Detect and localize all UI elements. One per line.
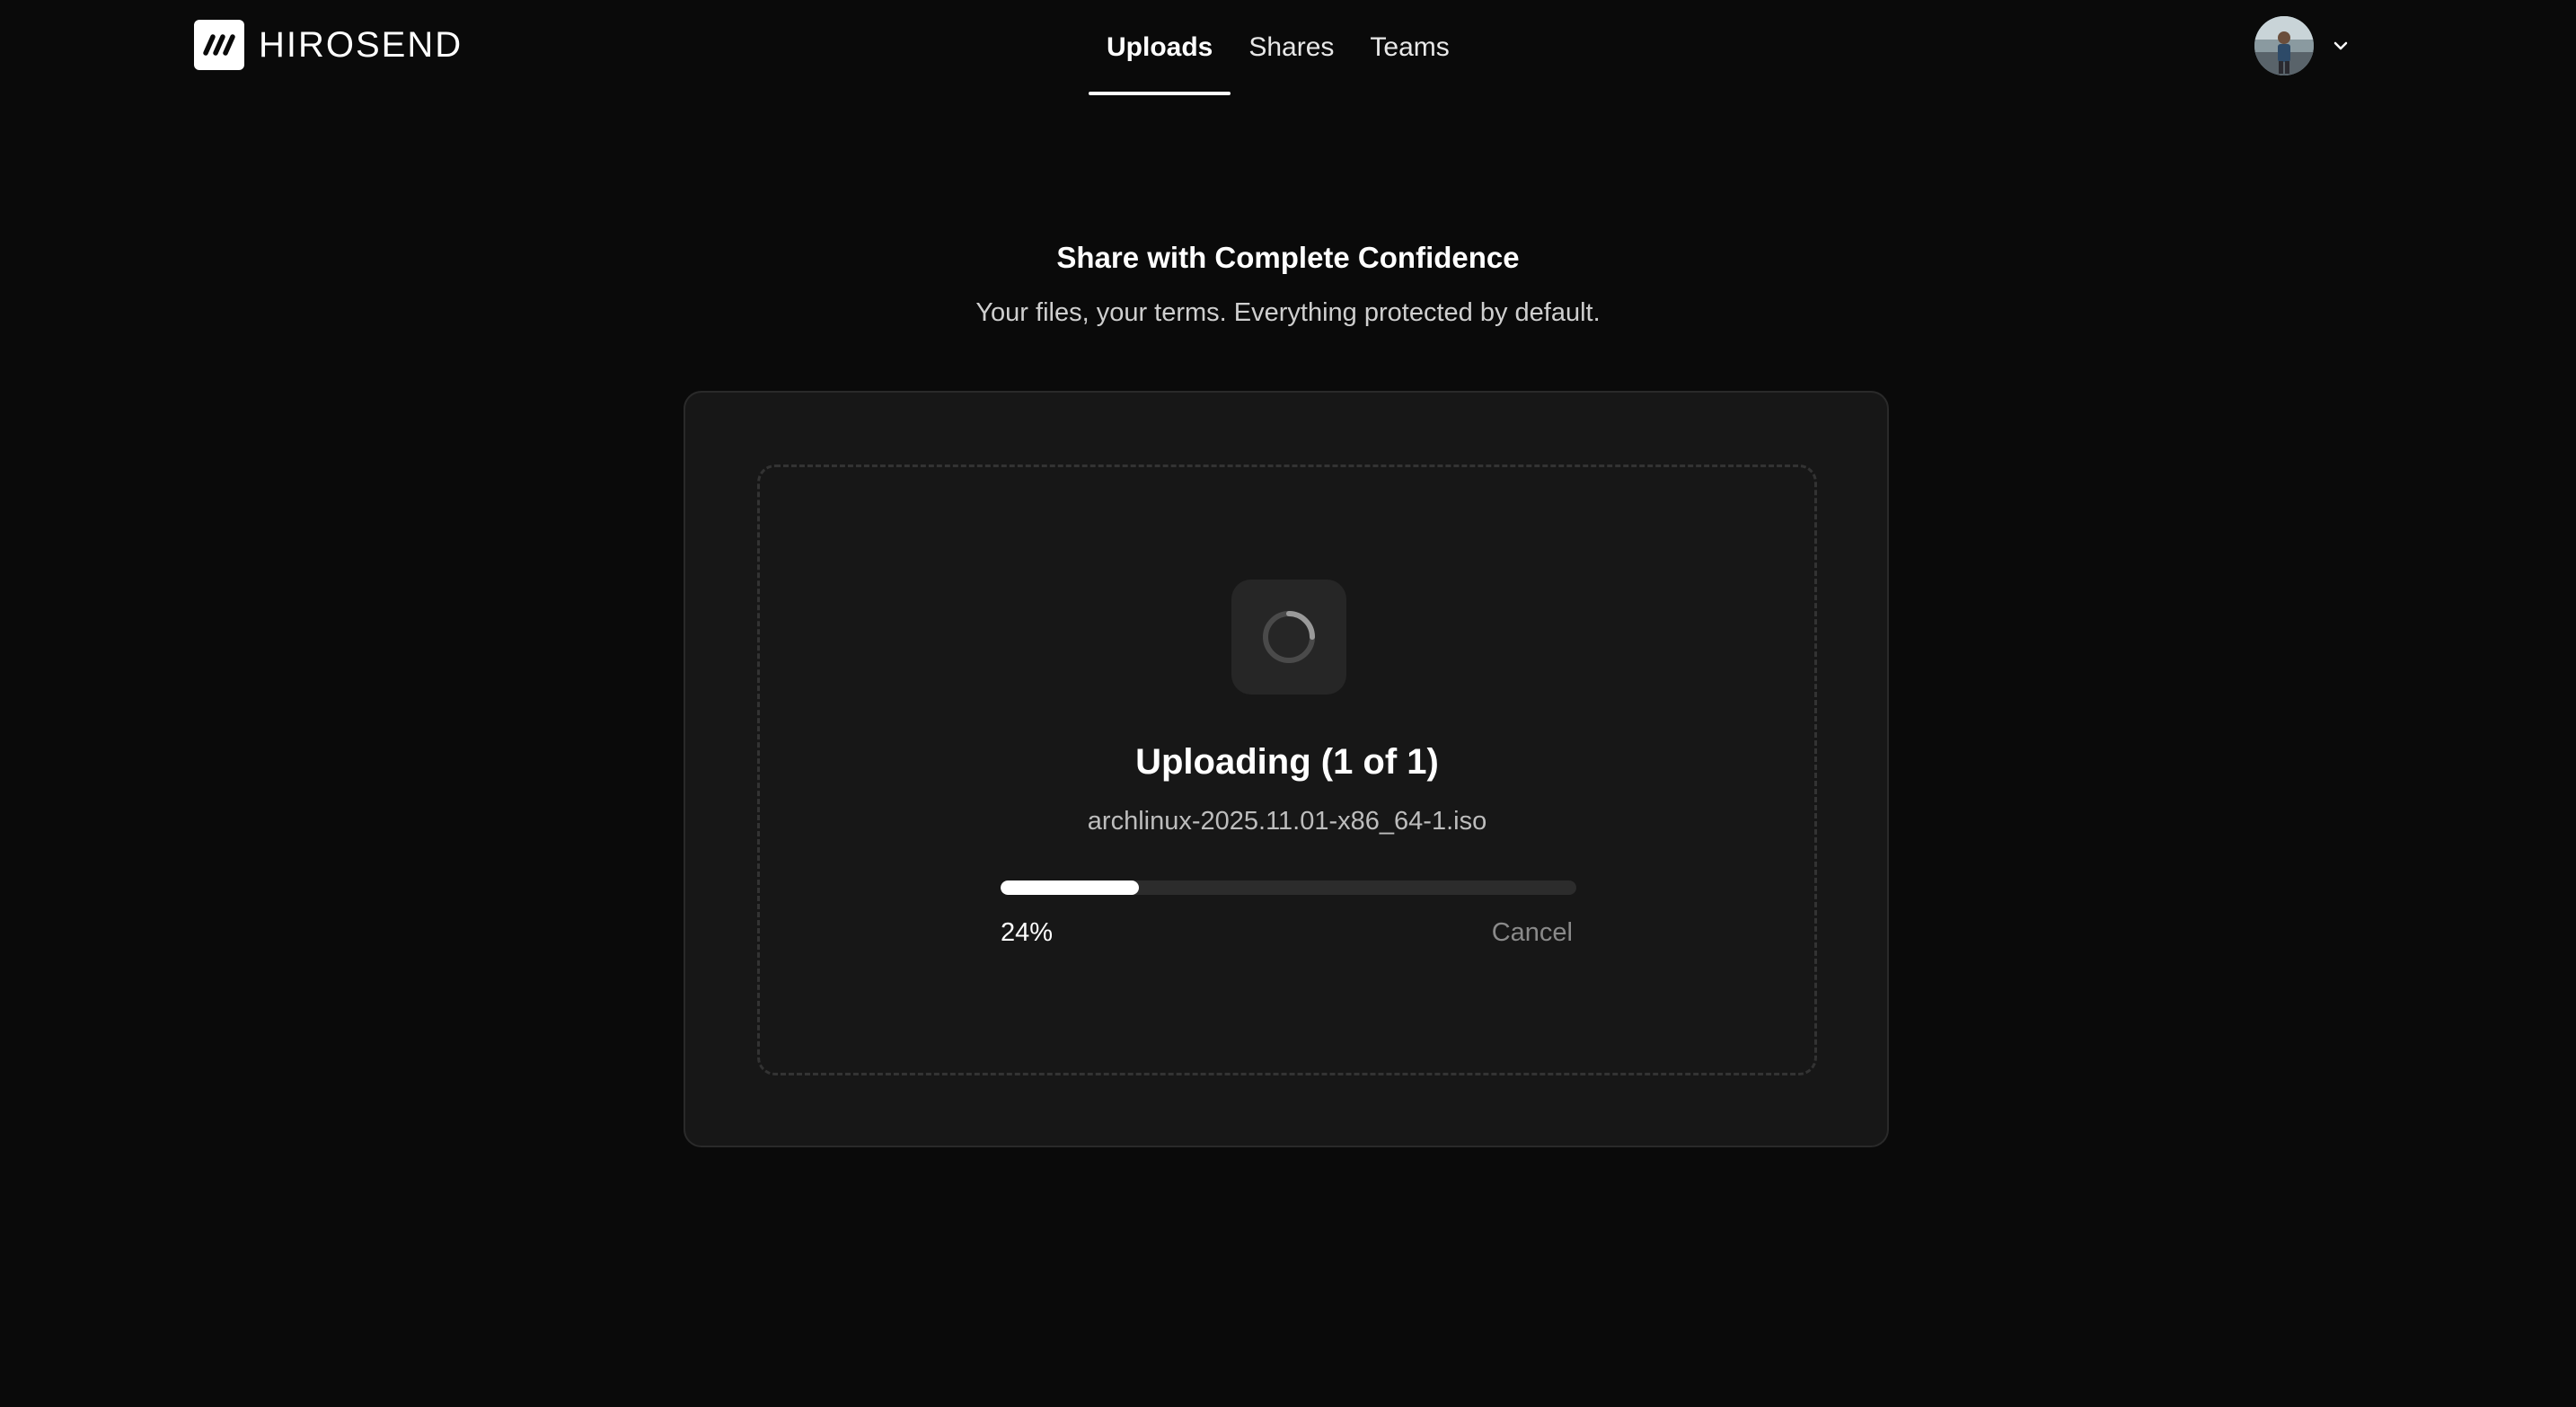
- cancel-upload-button[interactable]: Cancel: [1492, 918, 1573, 948]
- brand-logo[interactable]: HIROSEND: [194, 20, 463, 70]
- slashes-logo-icon: [194, 20, 244, 70]
- tab-shares[interactable]: Shares: [1231, 0, 1352, 95]
- upload-progress-percent: 24%: [1001, 918, 1054, 947]
- upload-progress-fill: [1001, 880, 1139, 895]
- page-title: Share with Complete Confidence: [1056, 241, 1520, 274]
- page-subtitle: Your files, your terms. Everything prote…: [975, 298, 1601, 327]
- upload-file-name: archlinux-2025.11.01-x86_64-1.iso: [1087, 807, 1487, 836]
- upload-status-title: Uploading (1 of 1): [1135, 742, 1439, 782]
- tab-teams[interactable]: Teams: [1352, 0, 1467, 95]
- top-bar: HIROSEND Uploads Shares Teams: [0, 0, 2576, 99]
- loading-spinner-icon: [1231, 580, 1346, 695]
- main-nav: Uploads Shares Teams: [1089, 0, 1468, 99]
- brand-name: HIROSEND: [259, 24, 463, 65]
- tab-uploads[interactable]: Uploads: [1089, 0, 1231, 95]
- upload-dropzone[interactable]: Uploading (1 of 1) archlinux-2025.11.01-…: [757, 465, 1817, 1075]
- chevron-down-icon[interactable]: [2330, 35, 2351, 57]
- upload-progress-bar: [1001, 880, 1576, 895]
- page: HIROSEND Uploads Shares Teams Share with…: [0, 0, 2576, 1407]
- account-menu[interactable]: [2254, 16, 2351, 75]
- upload-card: Uploading (1 of 1) archlinux-2025.11.01-…: [684, 391, 1889, 1147]
- user-avatar[interactable]: [2254, 16, 2314, 75]
